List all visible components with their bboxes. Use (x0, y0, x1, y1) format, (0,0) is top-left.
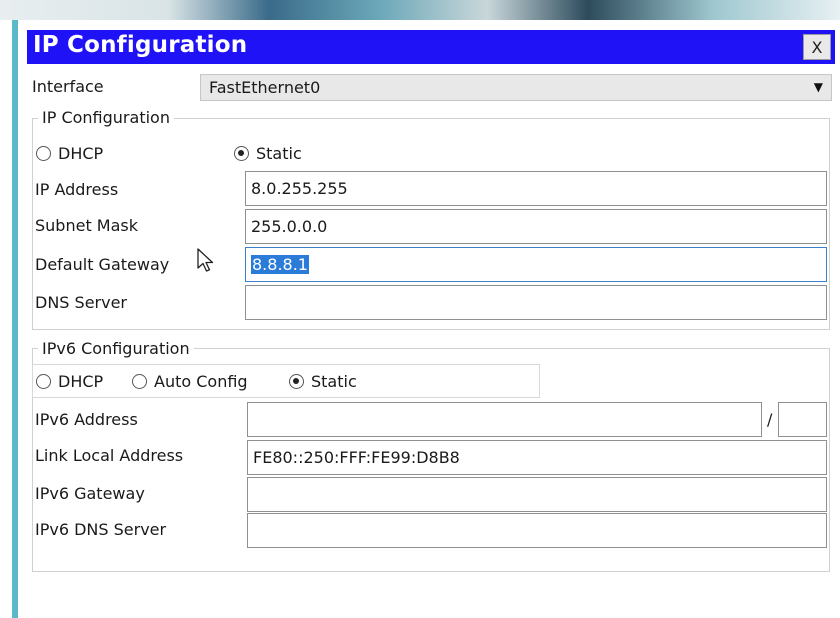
ipv6-dns-server-label: IPv6 DNS Server (35, 520, 167, 539)
ipv6-mode-box (32, 364, 540, 398)
radio-checked-icon (234, 146, 249, 161)
subnet-mask-label: Subnet Mask (35, 216, 139, 235)
radio-unchecked-icon (36, 374, 51, 389)
prefix-separator: / (767, 410, 773, 429)
background-left-area (0, 20, 22, 618)
ipv6-address-input[interactable] (247, 402, 762, 437)
mouse-cursor-icon (197, 248, 214, 272)
ipv6-auto-config-label: Auto Config (154, 372, 248, 391)
ipv6-auto-config-radio[interactable]: Auto Config (132, 372, 248, 391)
ipv6-dhcp-radio[interactable]: DHCP (36, 372, 103, 391)
ip-configuration-dialog: IP Configuration X Interface FastEtherne… (22, 26, 840, 618)
interface-select-value: FastEthernet0 (209, 78, 321, 97)
ipv4-dhcp-label: DHCP (58, 144, 104, 163)
close-button[interactable]: X (803, 34, 831, 60)
radio-unchecked-icon (36, 146, 51, 161)
ipv6-address-label: IPv6 Address (35, 410, 138, 429)
ipv6-group-title: IPv6 Configuration (38, 339, 194, 358)
radio-unchecked-icon (132, 374, 147, 389)
ipv6-static-label: Static (311, 372, 357, 391)
link-local-address-input[interactable]: FE80::250:FFF:FE99:D8B8 (247, 440, 827, 475)
ipv4-dhcp-radio[interactable]: DHCP (36, 144, 103, 163)
interface-select[interactable]: FastEthernet0 ▼ (200, 74, 832, 101)
chevron-down-icon[interactable]: ▼ (814, 80, 823, 94)
background-left-bar (12, 20, 18, 618)
ip-address-label: IP Address (35, 180, 119, 199)
default-gateway-label: Default Gateway (35, 255, 170, 274)
ipv6-dhcp-label: DHCP (58, 372, 104, 391)
ipv4-static-label: Static (256, 144, 302, 163)
ipv6-prefix-input[interactable] (778, 402, 827, 437)
ipv4-group-title: IP Configuration (38, 108, 174, 127)
dns-server-input[interactable] (245, 285, 827, 320)
radio-checked-icon (289, 374, 304, 389)
default-gateway-input[interactable]: 8.8.8.1 (245, 247, 827, 282)
default-gateway-selected-text: 8.8.8.1 (251, 255, 309, 274)
ip-address-input[interactable]: 8.0.255.255 (245, 171, 827, 206)
link-local-address-label: Link Local Address (35, 446, 184, 465)
background-window-strip (0, 0, 840, 20)
ipv6-gateway-label: IPv6 Gateway (35, 484, 145, 503)
dns-server-label: DNS Server (35, 293, 127, 312)
ipv6-gateway-input[interactable] (247, 477, 827, 512)
ipv6-static-radio[interactable]: Static (289, 372, 357, 391)
interface-label: Interface (32, 77, 104, 96)
subnet-mask-input[interactable]: 255.0.0.0 (245, 209, 827, 244)
window-title: IP Configuration (33, 32, 248, 58)
ipv6-dns-server-input[interactable] (247, 513, 827, 548)
ipv4-static-radio[interactable]: Static (234, 144, 302, 163)
title-bar[interactable]: IP Configuration X (27, 30, 835, 64)
